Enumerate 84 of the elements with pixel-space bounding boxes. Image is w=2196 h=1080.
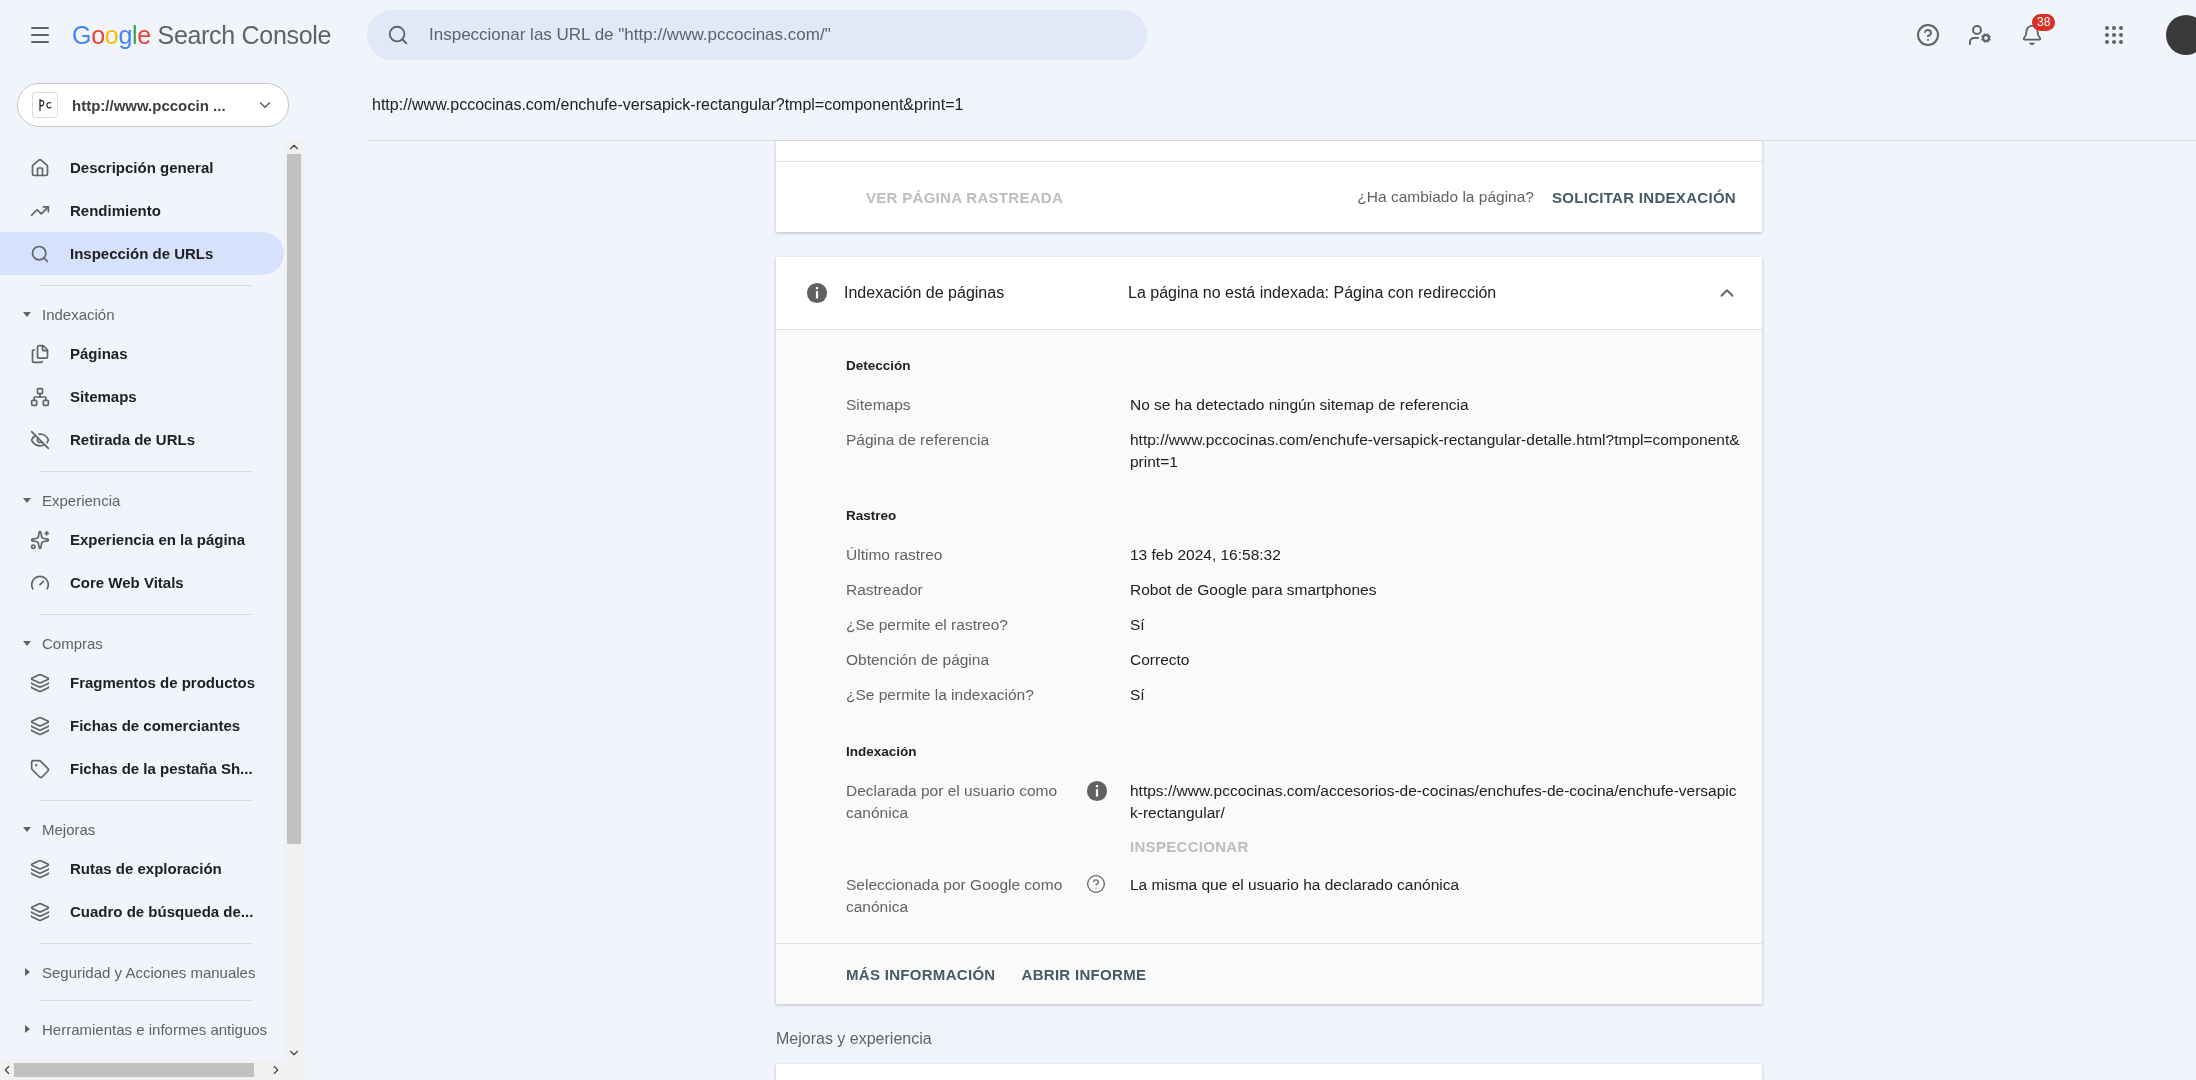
- nav-section-header[interactable]: Herramientas e informes antiguos: [0, 1011, 284, 1047]
- layers-icon: [30, 901, 50, 922]
- nav-item[interactable]: Inspección de URLs: [0, 232, 284, 275]
- caret-icon[interactable]: [22, 495, 32, 505]
- field-value: Correcto: [1130, 650, 1190, 670]
- request-indexing-button[interactable]: SOLICITAR INDEXACIÓN: [1551, 182, 1736, 212]
- field-label: Último rastreo: [846, 545, 944, 565]
- nav-section-header[interactable]: Mejoras: [0, 811, 284, 847]
- field-label: Página de referencia: [846, 430, 991, 450]
- pages-icon: [30, 343, 50, 364]
- field-value: http://www.pccocinas.com/enchufe-versapick-rectangular-detalle.html?tmpl=component&print=1: [1130, 430, 1741, 472]
- section-heading: Rastreo: [846, 507, 898, 525]
- field-label: Rastreador: [846, 580, 924, 600]
- help-icon[interactable]: [1086, 874, 1106, 894]
- layers-icon: [30, 858, 50, 879]
- field-label: ¿Se permite el rastreo?: [846, 615, 1009, 635]
- section-title: Indexación: [42, 305, 115, 323]
- field-value: Robot de Google para smartphones: [1130, 580, 1377, 600]
- card-title: Indexación de páginas: [844, 284, 1006, 302]
- changed-prompt: ¿Ha cambiado la página?: [1357, 188, 1534, 206]
- logo-text: Google Search Console: [72, 20, 332, 50]
- nav-item[interactable]: Páginas: [0, 332, 284, 375]
- caret-icon[interactable]: [22, 309, 32, 319]
- field-value: La misma que el usuario ha declarado canónica: [1130, 875, 1460, 895]
- property-selector[interactable]: http://www.pccocin ...: [17, 83, 289, 127]
- search-icon[interactable]: [387, 24, 409, 46]
- section-title: Experiencia: [42, 491, 121, 509]
- info-icon[interactable]: [806, 282, 828, 304]
- field-value: 13 feb 2024, 16:58:32: [1130, 545, 1281, 565]
- sparkle-icon: [30, 529, 50, 550]
- nav-item[interactable]: Rutas de exploración: [0, 847, 284, 890]
- tag-icon: [30, 758, 50, 779]
- caret-icon[interactable]: [22, 824, 32, 834]
- field-label: Seleccionada por Google como canónica: [846, 875, 1064, 917]
- avatar-circle[interactable]: [2166, 15, 2196, 55]
- field-value: Sí: [1130, 615, 1145, 635]
- section-title: Mejoras: [42, 820, 96, 838]
- field-value: Sí: [1130, 685, 1145, 705]
- footer-link-button[interactable]: ABRIR INFORME: [1021, 959, 1147, 989]
- nav-item[interactable]: Cuadro de búsqueda de...: [0, 890, 284, 933]
- field-label: Obtención de página: [846, 650, 991, 670]
- nav-item[interactable]: Core Web Vitals: [0, 561, 284, 604]
- nav-item[interactable]: Retirada de URLs: [0, 418, 284, 461]
- site-favicon-icon: [32, 92, 58, 118]
- footer-link-button[interactable]: MÁS INFORMACIÓN: [846, 959, 996, 989]
- vertical-scrollbar[interactable]: [284, 140, 304, 1060]
- section-title: Mejoras y experiencia: [776, 1029, 933, 1049]
- caret-icon[interactable]: [22, 638, 32, 648]
- indexing-status: La página no está indexada: Página con redirección: [1128, 284, 1497, 302]
- bell-icon[interactable]: [2021, 24, 2043, 46]
- nav-section-header[interactable]: Experiencia: [0, 482, 284, 518]
- section-heading: Indexación: [846, 743, 918, 761]
- section-title: Herramientas e informes antiguos: [42, 1020, 268, 1038]
- nav-item[interactable]: Fichas de la pestaña Sh...: [0, 747, 284, 790]
- horizontal-scrollbar[interactable]: [0, 1060, 305, 1080]
- field-label: Declarada por el usuario como canónica: [846, 781, 1059, 823]
- caret-icon[interactable]: [22, 1024, 32, 1034]
- eye-off-icon: [30, 429, 50, 450]
- nav-item[interactable]: Experiencia en la página: [0, 518, 284, 561]
- home-icon: [30, 157, 50, 178]
- section-heading: Detección: [846, 357, 912, 375]
- field-label: Sitemaps: [846, 395, 912, 415]
- nav-item[interactable]: Descripción general: [0, 146, 284, 189]
- layers-icon: [30, 672, 50, 693]
- info-icon[interactable]: [1086, 780, 1108, 802]
- sitemap-icon: [30, 386, 50, 407]
- nav-section-header[interactable]: Indexación: [0, 296, 284, 332]
- caret-icon[interactable]: [22, 967, 32, 977]
- inspected-url: http://www.pccocinas.com/enchufe-versapick-rectangular?tmpl=component&print=1: [372, 96, 964, 114]
- nav-item[interactable]: Sitemaps: [0, 375, 284, 418]
- nav-section-header[interactable]: Seguridad y Acciones manuales: [0, 954, 284, 990]
- notification-count: 38: [2032, 14, 2056, 31]
- search-icon: [30, 243, 50, 264]
- field-value: https://www.pccocinas.com/accesorios-de-cocinas/enchufes-de-cocina/enchufe-versapick-rectangular/: [1130, 781, 1738, 823]
- section-title: Compras: [42, 634, 103, 652]
- nav-item[interactable]: Rendimiento: [0, 189, 284, 232]
- nav-item[interactable]: Fichas de comerciantes: [0, 704, 284, 747]
- section-title: Seguridad y Acciones manuales: [42, 963, 256, 981]
- field-value: No se ha detectado ningún sitemap de referencia: [1130, 395, 1469, 415]
- layers-icon: [30, 715, 50, 736]
- field-label: ¿Se permite la indexación?: [846, 685, 1035, 705]
- nav-item[interactable]: Fragmentos de productos: [0, 661, 284, 704]
- search-field[interactable]: Inspeccionar las URL de "http://www.pccocinas.com/": [367, 10, 1147, 60]
- nav-section-header[interactable]: Compras: [0, 625, 284, 661]
